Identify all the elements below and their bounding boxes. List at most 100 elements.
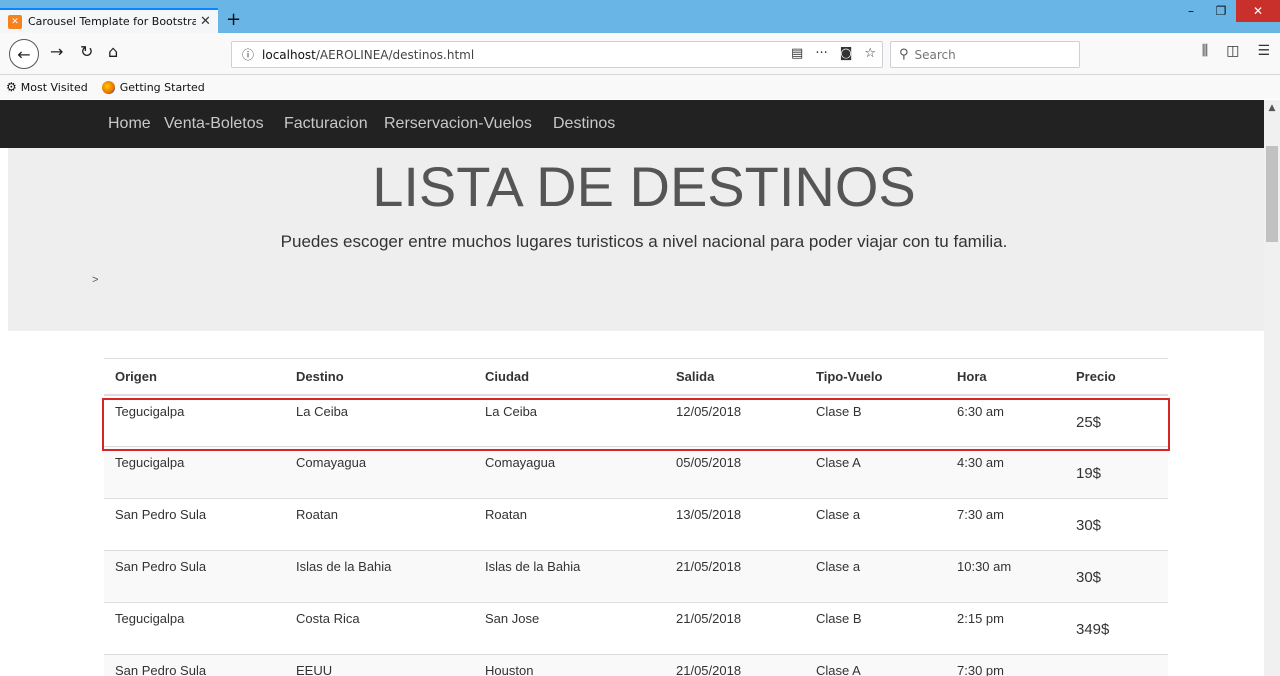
- stray-text: >: [92, 274, 99, 286]
- browser-toolbar: ← → ↻ ⌂ ⓘ localhost/AEROLINEA/destinos.h…: [0, 33, 1280, 75]
- cell-origen: Tegucigalpa: [104, 446, 285, 499]
- url-actions: ▤ ··· ◙ ☆: [791, 46, 876, 61]
- cell-hora: 7:30 am: [946, 498, 1065, 551]
- page-subtitle: Puedes escoger entre muchos lugares turi…: [280, 232, 1008, 251]
- nav-reservacion-vuelos[interactable]: Rerservacion-Vuelos: [384, 115, 532, 133]
- row-highlight-box: [102, 398, 1170, 451]
- cell-salida: 13/05/2018: [665, 498, 805, 551]
- nav-home[interactable]: Home: [108, 115, 151, 133]
- gear-icon: ⚙: [6, 80, 17, 94]
- browser-titlebar: ✕ Carousel Template for Bootstra ✕ + – ❐…: [0, 0, 1280, 33]
- header-hora: Hora: [946, 358, 1065, 396]
- toolbar-right-icons: ⫼ ◫ ☰: [1202, 43, 1270, 59]
- cell-origen: San Pedro Sula: [104, 654, 285, 676]
- table-row: Tegucigalpa Comayagua Comayagua 05/05/20…: [104, 446, 1168, 499]
- window-controls: – ❐ ✕: [1176, 0, 1280, 28]
- jumbotron: LISTA DE DESTINOS Puedes escoger entre m…: [8, 148, 1264, 331]
- cell-ciudad: Islas de la Bahia: [474, 550, 665, 603]
- cell-origen: San Pedro Sula: [104, 498, 285, 551]
- bookmark-getting-started[interactable]: Getting Started: [101, 80, 205, 94]
- cell-destino: Islas de la Bahia: [285, 550, 474, 603]
- cell-salida: 21/05/2018: [665, 550, 805, 603]
- bookmark-label: Getting Started: [119, 80, 205, 94]
- cell-ciudad: Comayagua: [474, 446, 665, 499]
- search-input[interactable]: [914, 47, 1065, 62]
- page-actions-icon[interactable]: ···: [815, 46, 827, 61]
- cell-salida: 05/05/2018: [665, 446, 805, 499]
- cell-ciudad: San Jose: [474, 602, 665, 655]
- cell-tipo-vuelo: Clase a: [805, 550, 946, 603]
- menu-icon[interactable]: ☰: [1257, 43, 1270, 59]
- cell-destino: Roatan: [285, 498, 474, 551]
- scroll-up-icon[interactable]: ▲: [1264, 100, 1280, 116]
- tab-close-icon[interactable]: ✕: [200, 14, 211, 29]
- restore-icon[interactable]: ❐: [1206, 0, 1236, 22]
- table-row: San Pedro Sula Islas de la Bahia Islas d…: [104, 550, 1168, 603]
- forward-arrow-icon[interactable]: →: [50, 42, 63, 61]
- search-bar[interactable]: ⚲: [890, 41, 1080, 68]
- cell-precio: 19$: [1065, 446, 1168, 499]
- table-row: Tegucigalpa Costa Rica San Jose 21/05/20…: [104, 602, 1168, 655]
- cell-hora: 2:15 pm: [946, 602, 1065, 655]
- back-arrow-icon[interactable]: ←: [9, 39, 39, 69]
- url-bar[interactable]: ⓘ localhost/AEROLINEA/destinos.html ▤ ··…: [231, 41, 883, 68]
- info-icon[interactable]: ⓘ: [242, 46, 254, 63]
- cell-destino: EEUU: [285, 654, 474, 676]
- nav-facturacion[interactable]: Facturacion: [284, 115, 368, 133]
- pocket-icon[interactable]: ◙: [840, 46, 853, 61]
- cell-tipo-vuelo: Clase A: [805, 446, 946, 499]
- cell-precio: 30$: [1065, 498, 1168, 551]
- cell-tipo-vuelo: Clase a: [805, 498, 946, 551]
- table-header-row: Origen Destino Ciudad Salida Tipo-Vuelo …: [104, 358, 1168, 396]
- page-scrollbar[interactable]: ▲: [1264, 100, 1280, 676]
- cell-hora: 7:30 pm: [946, 654, 1065, 676]
- xampp-favicon-icon: ✕: [8, 14, 22, 29]
- bookmark-star-icon[interactable]: ☆: [864, 46, 876, 61]
- page-viewport: Home Venta-Boletos Facturacion Rerservac…: [0, 100, 1264, 676]
- header-precio: Precio: [1065, 358, 1168, 396]
- cell-hora: 4:30 am: [946, 446, 1065, 499]
- cell-salida: 21/05/2018: [665, 654, 805, 676]
- table-row: San Pedro Sula EEUU Houston 21/05/2018 C…: [104, 654, 1168, 676]
- header-ciudad: Ciudad: [474, 358, 665, 396]
- url-text[interactable]: localhost/AEROLINEA/destinos.html: [262, 48, 474, 62]
- close-window-icon[interactable]: ✕: [1236, 0, 1280, 22]
- cell-tipo-vuelo: Clase B: [805, 602, 946, 655]
- site-navbar: Home Venta-Boletos Facturacion Rerservac…: [0, 100, 1264, 148]
- minimize-icon[interactable]: –: [1176, 0, 1206, 22]
- header-origen: Origen: [104, 358, 285, 396]
- cell-origen: Tegucigalpa: [104, 602, 285, 655]
- sidebar-icon[interactable]: ◫: [1226, 43, 1239, 59]
- bookmark-label: Most Visited: [20, 80, 88, 94]
- reload-icon[interactable]: ↻: [80, 42, 93, 61]
- cell-tipo-vuelo: Clase A: [805, 654, 946, 676]
- cell-ciudad: Roatan: [474, 498, 665, 551]
- cell-precio: 30$: [1065, 550, 1168, 603]
- bookmarks-bar: ⚙ Most Visited Getting Started: [0, 75, 1280, 99]
- cell-hora: 10:30 am: [946, 550, 1065, 603]
- nav-venta-boletos[interactable]: Venta-Boletos: [164, 115, 264, 133]
- header-tipo-vuelo: Tipo-Vuelo: [805, 358, 946, 396]
- url-host: localhost: [262, 47, 316, 62]
- home-icon[interactable]: ⌂: [108, 42, 118, 61]
- reader-view-icon[interactable]: ▤: [791, 46, 803, 61]
- firefox-icon: [101, 80, 115, 94]
- bookmark-most-visited[interactable]: ⚙ Most Visited: [6, 80, 88, 94]
- search-icon: ⚲: [899, 47, 909, 62]
- url-path: /AEROLINEA/destinos.html: [315, 47, 475, 62]
- cell-precio: [1065, 654, 1168, 676]
- tab-title: Carousel Template for Bootstra: [28, 15, 196, 28]
- header-salida: Salida: [665, 358, 805, 396]
- nav-destinos[interactable]: Destinos: [553, 115, 615, 133]
- header-destino: Destino: [285, 358, 474, 396]
- cell-ciudad: Houston: [474, 654, 665, 676]
- cell-salida: 21/05/2018: [665, 602, 805, 655]
- cell-destino: Comayagua: [285, 446, 474, 499]
- library-icon[interactable]: ⫼: [1202, 43, 1208, 59]
- browser-tab[interactable]: ✕ Carousel Template for Bootstra ✕: [0, 8, 218, 33]
- page-title: LISTA DE DESTINOS: [372, 155, 916, 218]
- new-tab-button[interactable]: +: [226, 9, 241, 30]
- cell-destino: Costa Rica: [285, 602, 474, 655]
- scroll-thumb[interactable]: [1266, 146, 1278, 242]
- cell-precio: 349$: [1065, 602, 1168, 655]
